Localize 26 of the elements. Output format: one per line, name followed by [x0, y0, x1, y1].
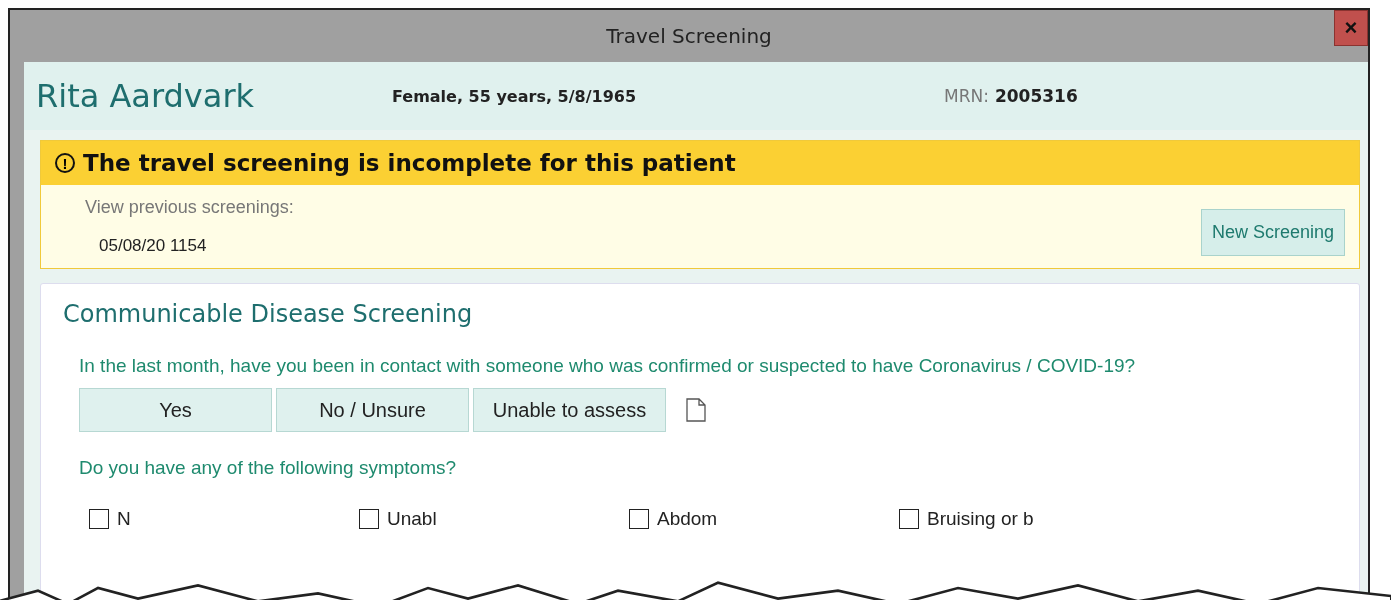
section-title: Communicable Disease Screening	[63, 300, 474, 328]
mrn-value: 2005316	[994, 86, 1078, 106]
symptom-label: Abdom	[657, 508, 718, 530]
question-text: In the last month, have you been in contact with someone who was confirmed or suspected to have Coronavirus / COVID-19?	[78, 354, 1137, 378]
symptom-label: Bruising or b	[927, 508, 1034, 530]
checkbox[interactable]	[359, 509, 379, 529]
checkbox[interactable]	[89, 509, 109, 529]
mrn-label: MRN:	[944, 86, 989, 106]
previous-screening-link[interactable]: 05/08/20 1154	[99, 236, 294, 256]
document-icon[interactable]	[686, 398, 706, 422]
window-title: Travel Screening	[606, 24, 772, 48]
warning-icon: !	[55, 153, 75, 173]
symptom-label: N	[117, 508, 131, 530]
answer-button[interactable]: Unable to assess	[473, 388, 666, 432]
previous-screenings-label: View previous screenings:	[85, 197, 294, 218]
new-screening-button[interactable]: New Screening	[1200, 209, 1345, 256]
symptom-label: Unabl	[387, 508, 437, 530]
close-button[interactable]: ×	[1334, 10, 1368, 46]
answer-button[interactable]: Yes	[79, 388, 272, 432]
question-text: Do you have any of the following symptoms?	[78, 456, 458, 480]
patient-demographics: Female, 55 years, 5/8/1965	[392, 86, 638, 106]
alert-message: The travel screening is incomplete for this patient	[83, 150, 736, 176]
answer-button[interactable]: No / Unsure	[276, 388, 469, 432]
patient-name: Rita Aardvark	[36, 77, 256, 115]
checkbox[interactable]	[899, 509, 919, 529]
checkbox[interactable]	[629, 509, 649, 529]
